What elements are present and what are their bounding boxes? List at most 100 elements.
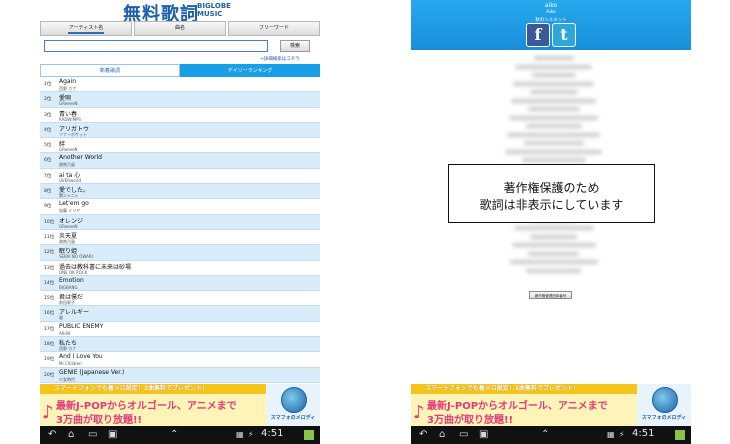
search-button[interactable]: 検索 [280, 40, 310, 52]
artist-name: aiko [544, 2, 558, 9]
ad-brand-name: スマフォのメロディ [270, 415, 316, 421]
ad-character-icon [281, 387, 307, 413]
blurred-lyric-line [513, 81, 594, 86]
artist-name: 湘南乃風 [59, 162, 75, 168]
blurred-lyric-line [525, 124, 582, 128]
tab-daily-ranking[interactable]: デイリーランキング [180, 64, 320, 77]
song-title: GENIE (Japanese Ver.) [59, 368, 125, 376]
artist-name: GReeeeN [59, 223, 78, 229]
back-icon[interactable]: ↶ [419, 429, 427, 441]
ad-headline-1: 最新J-POPからオルゴール、アニメまで [427, 401, 608, 412]
ranking-row[interactable]: 7位 ai ta 心 UVERworld [40, 169, 320, 185]
blurred-lyric-line [530, 234, 577, 239]
rank-number: 4位 [44, 127, 52, 133]
rank-number: 12位 [44, 250, 55, 256]
back-icon[interactable]: ↶ [48, 429, 56, 441]
ranking-row[interactable]: 13位 過去は教科書に未来は砂場 ONE OK ROCK [40, 261, 320, 276]
blurred-lyric-line [531, 73, 576, 77]
ranking-row[interactable]: 4位 アリガトウ ソナーポケット [40, 122, 320, 139]
tab-song-name[interactable]: 曲名 [134, 21, 226, 36]
ranking-row[interactable]: 16位 アレルギー嵐 [40, 306, 320, 322]
rank-number: 15位 [44, 296, 55, 302]
artist-name: RADWIMPS [59, 116, 81, 122]
tab-artist-name[interactable]: アーティスト名 [40, 21, 132, 36]
home-icon[interactable]: ⌂ [439, 429, 445, 441]
recent-apps-icon[interactable]: ▭ [88, 429, 97, 441]
song-title: 秋のシルエット [535, 18, 567, 23]
ranking-row[interactable]: 20位 GENIE (Japanese Ver.) 少女時代 [40, 367, 320, 383]
battery-icon [675, 430, 685, 440]
home-icon[interactable]: ⌂ [68, 429, 74, 441]
ranking-row[interactable]: 10位 オレンジ GReeeeN [40, 214, 320, 230]
ranking-row[interactable]: 11位 炎天夏 湘南乃風 [40, 230, 320, 246]
song-title: Again [59, 78, 77, 85]
ranking-row[interactable]: 1位 Again 西野 カナ [40, 77, 320, 93]
artist-name: Mr.Children [59, 361, 82, 367]
blurred-lyric-line [511, 243, 596, 247]
ranking-row[interactable]: 17位 PUBLIC ENEMY AK-69 [40, 322, 320, 338]
ranking-row[interactable]: 18位 私たち 西野 カナ [40, 337, 320, 353]
blurred-lyric-line [507, 132, 600, 137]
search-row: 検索 [44, 40, 316, 54]
song-title: Another World [59, 154, 102, 162]
ad-brand-box: スマフォのメロディ [637, 384, 691, 426]
ranking-row[interactable]: 15位 君は僕だ 前田敦子 [40, 291, 320, 307]
rank-number: 8位 [44, 189, 52, 195]
screenshot-icon[interactable]: ▣ [108, 429, 117, 441]
ad-banner[interactable]: スマートフォンでも着メロ設定！1曲無料でプレゼント！ ♪ 最新J-POPからオル… [411, 384, 691, 426]
blurred-lyric-line [509, 260, 598, 264]
rank-number: 16位 [44, 311, 55, 317]
artist-name: 前田敦子 [59, 300, 75, 306]
recent-apps-icon[interactable]: ▭ [459, 429, 468, 441]
chevron-up-icon[interactable]: ⌃ [170, 429, 178, 441]
ranking-row[interactable]: 19位 And I Love You Mr.Children [40, 352, 320, 368]
ranking-row[interactable]: 14位 Emotion BIGBANG [40, 275, 320, 292]
ranking-row[interactable]: 9位 Let'em go 加藤 ミリヤ [40, 199, 320, 215]
blurred-lyric-line [515, 64, 592, 69]
ranking-list: 1位 Again 西野 カナ 2位 愛唄 GReeeeN 3位 青い春 RADWIMPS 4位 アリ… [40, 77, 320, 383]
search-input[interactable] [44, 40, 268, 52]
screenshot-icon[interactable]: ▣ [479, 429, 488, 441]
advanced-search-link[interactable]: →詳細検索はコチラ [260, 56, 300, 62]
blurred-lyric-line [527, 107, 580, 111]
copyright-notice: 著作権保護のため 歌詞は非表示にしています [448, 164, 655, 223]
artist-name: UVERworld [59, 177, 81, 183]
ranking-row[interactable]: 2位 愛唄 GReeeeN [40, 92, 320, 108]
blurred-lyric-line [509, 115, 598, 120]
status-clock: 4:51 [261, 428, 284, 439]
tab-free-word[interactable]: フリーワード [228, 21, 320, 36]
ranking-row[interactable]: 5位絆 GReeeeN [40, 138, 320, 154]
artist-name: 西野 カナ [59, 86, 77, 91]
ad-body: ♪ 最新J-POPからオルゴール、アニメまで 3万曲が取り放題!! [40, 394, 266, 426]
blurred-lyric-line [513, 226, 594, 230]
ad-banner[interactable]: スマートフォンでも着メロ設定！1曲無料でプレゼント！ ♪ 最新J-POPからオル… [40, 384, 320, 426]
tab-new-lyrics[interactable]: 新着歌詞 [40, 64, 180, 77]
rank-number: 19位 [44, 357, 55, 363]
ad-brand-box: スマフォのメロディ [266, 384, 320, 426]
artist-name: 西野 カナ [59, 346, 77, 352]
lyrics-home-screen: 無料歌詞 BIGLOBE MUSIC アーティスト名 曲名 フリーワード 検索 →… [40, 0, 320, 444]
ad-character-icon [652, 387, 678, 413]
ad-body: ♪ 最新J-POPからオルゴール、アニメまで 3万曲が取り放題!! [411, 394, 637, 426]
twitter-icon[interactable]: t [552, 23, 576, 47]
ad-top-text: スマートフォンでも着メロ設定！1曲無料でプレゼント！ [40, 384, 266, 394]
rank-number: 9位 [44, 204, 52, 210]
song-title: Let'em go [59, 200, 89, 208]
song-title: PUBLIC ENEMY [59, 322, 104, 330]
artist-name: 関ジャニ∞ [59, 193, 79, 199]
ranking-row[interactable]: 12位 眠り姫 SEKAI NO OWARI [40, 245, 320, 261]
ranking-row[interactable]: 8位 愛でした。 関ジャニ∞ [40, 184, 320, 200]
facebook-icon[interactable]: f [526, 23, 550, 47]
copyright-association-button[interactable]: 著作権管理団体番号 [529, 291, 572, 299]
ranking-row[interactable]: 3位 青い春 RADWIMPS [40, 108, 320, 123]
artist-name: GReeeeN [59, 147, 78, 153]
blurred-lyric-line [529, 90, 578, 94]
artist-name: ソナーポケット [59, 131, 87, 137]
blurred-lyric-line [505, 149, 602, 154]
ranking-row[interactable]: 6位 Another World 湘南乃風 [40, 153, 320, 169]
blurred-lyric-line [511, 98, 596, 103]
chevron-up-icon[interactable]: ⌃ [541, 429, 549, 441]
artist-name: SEKAI NO OWARI [59, 254, 93, 260]
notice-line-1: 著作権保護のため [503, 181, 600, 195]
ad-brand-name: スマフォのメロディ [641, 415, 687, 421]
